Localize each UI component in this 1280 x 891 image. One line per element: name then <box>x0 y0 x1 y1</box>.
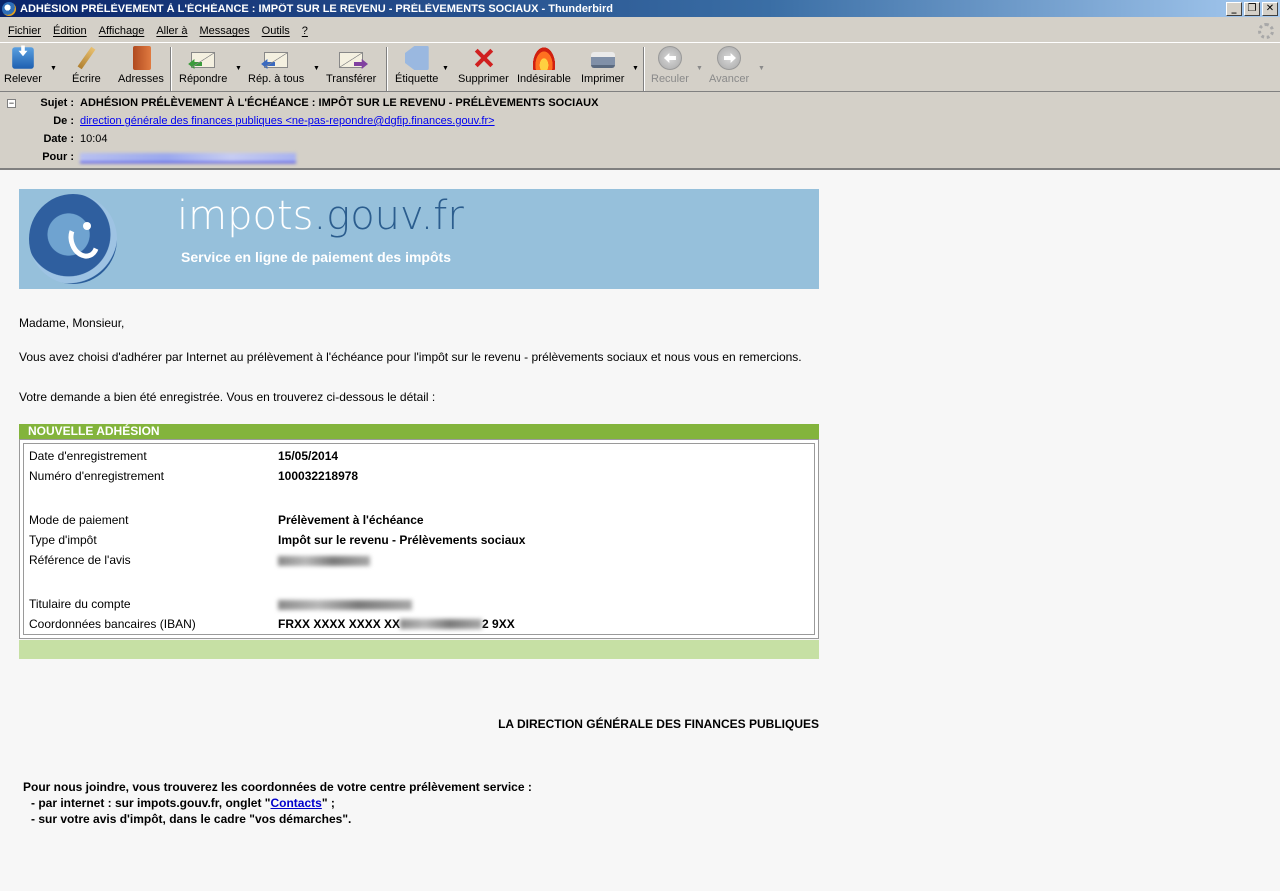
addressbook-button[interactable]: Adresses <box>118 46 164 85</box>
details-box: Date d'enregistrement 15/05/2014 Numéro … <box>19 439 819 639</box>
detail-row-reference: Référence de l'avis <box>29 553 370 571</box>
reply-all-button[interactable]: Rép. à tous <box>248 46 304 85</box>
toolbar-separator <box>170 47 172 91</box>
maximize-button[interactable]: ❐ <box>1244 1 1260 16</box>
menu-help[interactable]: ? <box>296 25 314 37</box>
back-arrow-icon <box>657 46 682 70</box>
toolbar-separator <box>643 47 645 91</box>
next-dropdown[interactable]: ▼ <box>758 65 765 72</box>
addressbook-label: Adresses <box>118 73 164 85</box>
printer-icon <box>590 52 615 68</box>
tag-icon <box>404 46 429 70</box>
intro-paragraph: Vous avez choisi d'adhérer par Internet … <box>19 350 802 364</box>
delete-icon <box>471 46 495 70</box>
get-mail-dropdown[interactable]: ▼ <box>50 65 57 72</box>
menu-fichier[interactable]: Fichier <box>2 25 47 37</box>
banner-tagline: Service en ligne de paiement des impôts <box>181 249 451 265</box>
message-body: impots.gouv.fr Service en ligne de paiem… <box>0 170 1280 891</box>
from-link[interactable]: direction générale des finances publique… <box>80 115 495 127</box>
impots-banner: impots.gouv.fr Service en ligne de paiem… <box>19 189 819 289</box>
minimize-button[interactable]: _ <box>1226 1 1242 16</box>
confirmation-paragraph: Votre demande a bien été enregistrée. Vo… <box>19 390 436 404</box>
from-label: De : <box>53 115 74 127</box>
menu-messages[interactable]: Messages <box>194 25 256 37</box>
write-button[interactable]: Écrire <box>72 46 101 85</box>
detail-row-mode: Mode de paiement Prélèvement à l'échéanc… <box>29 513 424 527</box>
main-toolbar: Relever ▼ Écrire Adresses Répondre ▼ Rép… <box>0 42 1280 92</box>
tag-label: Étiquette <box>395 73 439 85</box>
message-header-pane: − Sujet : ADHÉSION PRÉLÈVEMENT À L'ÉCHÉA… <box>0 94 1280 170</box>
detail-row-type: Type d'impôt Impôt sur le revenu - Prélè… <box>29 533 526 547</box>
activity-throbber-icon <box>1258 23 1274 39</box>
toolbar-separator <box>386 47 388 91</box>
menu-edition[interactable]: Édition <box>47 25 93 37</box>
detail-row-number: Numéro d'enregistrement 100032218978 <box>29 469 359 483</box>
date-row: Date : 10:04 <box>0 130 108 148</box>
detail-row-iban: Coordonnées bancaires (IBAN) FRXX XXXX X… <box>29 617 515 631</box>
reply-dropdown[interactable]: ▼ <box>235 65 242 72</box>
to-label: Pour : <box>42 151 74 163</box>
print-label: Imprimer <box>581 73 625 85</box>
forward-icon <box>339 52 363 68</box>
get-mail-button[interactable]: Relever <box>4 46 42 85</box>
subject-value: ADHÉSION PRÉLÈVEMENT À L'ÉCHÉANCE : IMPÔ… <box>80 97 599 109</box>
to-link-redacted[interactable] <box>80 153 296 163</box>
print-dropdown[interactable]: ▼ <box>632 65 639 72</box>
contact-info: Pour nous joindre, vous trouverez les co… <box>23 780 532 826</box>
print-button[interactable]: Imprimer <box>581 46 624 85</box>
reply-all-dropdown[interactable]: ▼ <box>313 65 320 72</box>
junk-flame-icon <box>531 46 556 70</box>
window-title: ADHÉSION PRÉLÈVEMENT À L'ÉCHÉANCE : IMPÔ… <box>20 2 613 15</box>
back-button[interactable]: Reculer <box>651 46 689 85</box>
reply-label: Répondre <box>179 73 228 85</box>
menu-bar: Fichier Édition Affichage Aller à Messag… <box>0 20 1280 42</box>
reply-all-label: Rép. à tous <box>248 73 305 85</box>
forward-label: Transférer <box>326 73 377 85</box>
subject-row: Sujet : ADHÉSION PRÉLÈVEMENT À L'ÉCHÉANC… <box>0 94 598 112</box>
to-row: Pour : <box>0 148 296 166</box>
close-button[interactable]: ✕ <box>1262 1 1278 16</box>
reply-icon <box>188 52 216 69</box>
reference-redacted <box>278 556 370 566</box>
back-label: Reculer <box>651 73 689 85</box>
thunderbird-icon <box>2 1 16 16</box>
pencil-icon <box>74 46 98 70</box>
iban-redacted <box>400 619 483 629</box>
box-footer <box>19 640 819 659</box>
date-label: Date : <box>43 133 74 145</box>
next-label: Avancer <box>709 73 750 85</box>
write-label: Écrire <box>72 73 101 85</box>
detail-row-holder: Titulaire du compte <box>29 597 412 615</box>
next-button[interactable]: Avancer <box>709 46 749 85</box>
delete-button[interactable]: Supprimer <box>458 46 509 85</box>
holder-redacted <box>278 600 412 610</box>
forward-button[interactable]: Transférer <box>326 46 376 85</box>
signature: LA DIRECTION GÉNÉRALE DES FINANCES PUBLI… <box>498 717 819 731</box>
brand-name: impots.gouv.fr <box>177 193 464 239</box>
impots-logo-icon <box>29 194 117 284</box>
address-book-icon <box>133 46 152 70</box>
menu-affichage[interactable]: Affichage <box>93 25 151 37</box>
from-row: De : direction générale des finances pub… <box>0 112 495 130</box>
greeting: Madame, Monsieur, <box>19 316 125 330</box>
tag-dropdown[interactable]: ▼ <box>442 65 449 72</box>
reply-all-icon <box>261 52 289 69</box>
get-mail-icon <box>12 47 34 69</box>
get-mail-label: Relever <box>4 73 42 85</box>
detail-row-date: Date d'enregistrement 15/05/2014 <box>29 449 339 463</box>
back-dropdown[interactable]: ▼ <box>696 65 703 72</box>
contacts-link[interactable]: Contacts <box>270 796 321 810</box>
box-title: NOUVELLE ADHÉSION <box>19 424 819 439</box>
menu-outils[interactable]: Outils <box>256 25 296 37</box>
junk-button[interactable]: Indésirable <box>517 46 571 85</box>
delete-label: Supprimer <box>458 73 509 85</box>
forward-arrow-icon <box>717 46 742 70</box>
subject-label: Sujet : <box>40 97 74 109</box>
title-bar: ADHÉSION PRÉLÈVEMENT À L'ÉCHÉANCE : IMPÔ… <box>0 0 1280 17</box>
tag-button[interactable]: Étiquette <box>395 46 438 85</box>
date-value: 10:04 <box>80 133 108 145</box>
junk-label: Indésirable <box>517 73 571 85</box>
reply-button[interactable]: Répondre <box>179 46 227 85</box>
menu-aller-a[interactable]: Aller à <box>150 25 193 37</box>
